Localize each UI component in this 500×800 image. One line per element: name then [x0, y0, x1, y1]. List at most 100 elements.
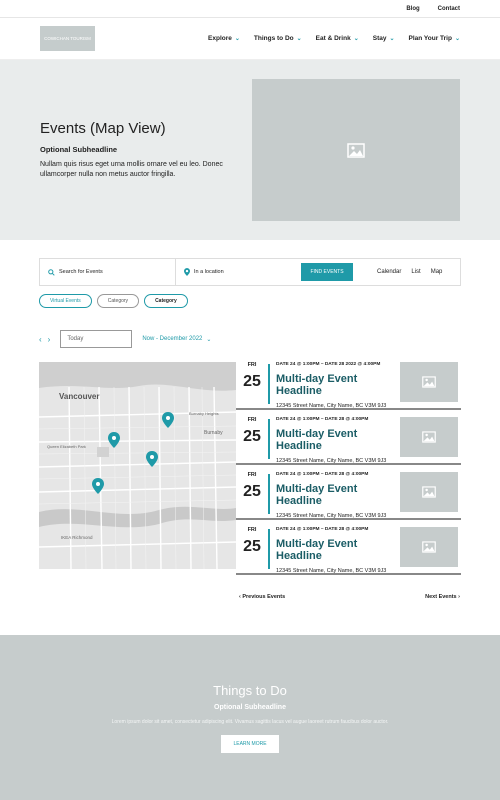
previous-events-link[interactable]: ‹ Previous Events [239, 594, 285, 600]
event-day: FRI 25 [236, 362, 268, 391]
event-list: FRI 25 DATE 24 @ 1:00PM – DATE 28 2022 @… [236, 362, 461, 582]
event-thumbnail[interactable] [400, 362, 458, 402]
event-info: DATE 24 @ 1:00PM – DATE 28 @ 4:00PM Mult… [270, 417, 400, 464]
pagination: ‹ Previous Events Next Events › [39, 594, 460, 600]
blog-link[interactable]: Blog [406, 6, 419, 12]
things-to-do-section: Things to Do Optional Subheadline Lorem … [0, 635, 500, 800]
event-info: DATE 24 @ 1:00PM – DATE 28 @ 4:00PM Mult… [270, 472, 400, 519]
map-graphic: Vancouver Burnaby Heights Burnaby Queen … [39, 362, 236, 569]
event-dow: FRI [247, 362, 257, 368]
nav-item-label: Eat & Drink [315, 35, 351, 42]
hero-image-placeholder [252, 79, 460, 221]
location-input[interactable]: In a location [194, 269, 224, 275]
contact-link[interactable]: Contact [438, 6, 460, 12]
nav-item-label: Plan Your Trip [408, 35, 452, 42]
learn-more-button[interactable]: LEARN MORE [221, 735, 279, 753]
event-search-bar: Search for Events In a location FIND EVE… [39, 258, 461, 286]
main-nav: COWICHAN TOURISM Explore ⌄ Things to Do ⌄ … [0, 18, 500, 60]
event-card[interactable]: FRI 25 DATE 24 @ 1:00PM – DATE 28 @ 4:00… [236, 417, 461, 465]
nav-item-label: Things to Do [253, 35, 294, 42]
chevron-down-icon: ⌄ [389, 36, 395, 42]
previous-events-label: Previous Events [242, 594, 286, 600]
event-headline[interactable]: Multi-day Event Headline [276, 373, 400, 397]
image-icon [422, 541, 436, 553]
filter-pills: Virtual Events Category Category [39, 294, 461, 308]
search-icon [48, 268, 55, 276]
image-icon [422, 486, 436, 498]
location-pin-icon [184, 268, 190, 276]
nav-item-explore[interactable]: Explore ⌄ [208, 35, 240, 42]
search-input[interactable]: Search for Events [59, 269, 103, 275]
hero-subheadline: Optional Subheadline [40, 145, 118, 154]
nav-item-label: Explore [208, 35, 232, 42]
nav-item-things-to-do[interactable]: Things to Do ⌄ [254, 35, 302, 42]
nav-menu: Explore ⌄ Things to Do ⌄ Eat & Drink ⌄ Stay… [208, 35, 460, 42]
utility-bar: Blog Contact [0, 0, 500, 18]
event-card[interactable]: FRI 25 DATE 24 @ 1:00PM – DATE 28 @ 4:00… [236, 527, 461, 575]
event-address: 12345 Street Name, City Name, BC V3M 9J3 [276, 403, 387, 409]
chevron-down-icon: ⌄ [353, 36, 359, 42]
event-day-number: 25 [243, 373, 261, 390]
event-dates: DATE 24 @ 1:00PM – DATE 28 2022 @ 4:00PM [276, 362, 381, 367]
nav-item-plan-your-trip[interactable]: Plan Your Trip ⌄ [409, 35, 461, 42]
event-day: FRI 25 [236, 417, 268, 446]
nav-item-eat-drink[interactable]: Eat & Drink ⌄ [316, 35, 359, 42]
logo[interactable]: COWICHAN TOURISM [40, 26, 95, 51]
chevron-left-icon[interactable]: ‹ [39, 335, 42, 344]
map-label-queen-elizabeth-park: Queen Elizabeth Park [47, 444, 86, 449]
next-events-link[interactable]: Next Events › [425, 594, 460, 600]
section-body: Lorem ipsum dolor sit amet, consectetur … [111, 719, 389, 725]
chevron-right-icon[interactable]: › [48, 335, 51, 344]
date-range-selector[interactable]: Now - December 2022 ⌄ [142, 336, 211, 343]
next-events-label: Next Events [425, 594, 457, 600]
view-map[interactable]: Map [431, 269, 443, 275]
date-range-label: Now - December 2022 [142, 336, 203, 342]
events-content: Vancouver Burnaby Heights Burnaby Queen … [39, 362, 461, 582]
search-field[interactable]: Search for Events [40, 259, 176, 285]
filter-virtual-events[interactable]: Virtual Events [39, 294, 92, 308]
event-thumbnail[interactable] [400, 527, 458, 567]
page-title: Events (Map View) [40, 120, 166, 137]
map-label-ikea-richmond: IKEA Richmond [61, 535, 93, 540]
map-label-burnaby-heights: Burnaby Heights [189, 411, 219, 416]
event-day: FRI 25 [236, 472, 268, 501]
nav-item-stay[interactable]: Stay ⌄ [373, 35, 395, 42]
events-map[interactable]: Vancouver Burnaby Heights Burnaby Queen … [39, 362, 236, 569]
find-events-button[interactable]: FIND EVENTS [301, 263, 353, 281]
section-title: Things to Do [213, 683, 287, 698]
view-switcher: Calendar List Map [377, 269, 442, 275]
chevron-down-icon: ⌄ [454, 36, 460, 42]
event-card[interactable]: FRI 25 DATE 24 @ 1:00PM – DATE 28 @ 4:00… [236, 472, 461, 520]
image-icon [422, 376, 436, 388]
event-day: FRI 25 [236, 527, 268, 556]
hero-text: Events (Map View) Optional Subheadline N… [40, 120, 230, 180]
filter-category[interactable]: Category [96, 294, 140, 308]
event-dow: FRI [247, 472, 257, 478]
chevron-down-icon: ⌄ [206, 336, 212, 343]
chevron-down-icon: ⌄ [296, 36, 302, 42]
location-field[interactable]: In a location [176, 259, 301, 285]
event-day-number: 25 [243, 538, 261, 555]
map-label-vancouver: Vancouver [59, 392, 99, 401]
hero: Events (Map View) Optional Subheadline N… [0, 60, 500, 240]
filter-category-active[interactable]: Category [144, 294, 188, 308]
today-input[interactable]: Today [60, 330, 133, 348]
event-headline[interactable]: Multi-day Event Headline [276, 483, 400, 507]
event-address: 12345 Street Name, City Name, BC V3M 9J3 [276, 568, 387, 574]
event-dates: DATE 24 @ 1:00PM – DATE 28 @ 4:00PM [276, 472, 369, 477]
chevron-right-icon: › [456, 594, 460, 600]
date-navigation: ‹ › Today Now - December 2022 ⌄ [39, 330, 461, 348]
view-list[interactable]: List [411, 269, 420, 275]
event-info: DATE 24 @ 1:00PM – DATE 28 2022 @ 4:00PM… [270, 362, 400, 409]
event-dates: DATE 24 @ 1:00PM – DATE 28 @ 4:00PM [276, 417, 369, 422]
event-thumbnail[interactable] [400, 472, 458, 512]
event-dow: FRI [247, 527, 257, 533]
event-headline[interactable]: Multi-day Event Headline [276, 538, 400, 562]
image-icon [347, 142, 365, 158]
nav-item-label: Stay [372, 35, 387, 42]
event-thumbnail[interactable] [400, 417, 458, 457]
event-headline[interactable]: Multi-day Event Headline [276, 428, 400, 452]
event-card[interactable]: FRI 25 DATE 24 @ 1:00PM – DATE 28 2022 @… [236, 362, 461, 410]
chevron-down-icon: ⌄ [234, 36, 240, 42]
view-calendar[interactable]: Calendar [377, 269, 401, 275]
